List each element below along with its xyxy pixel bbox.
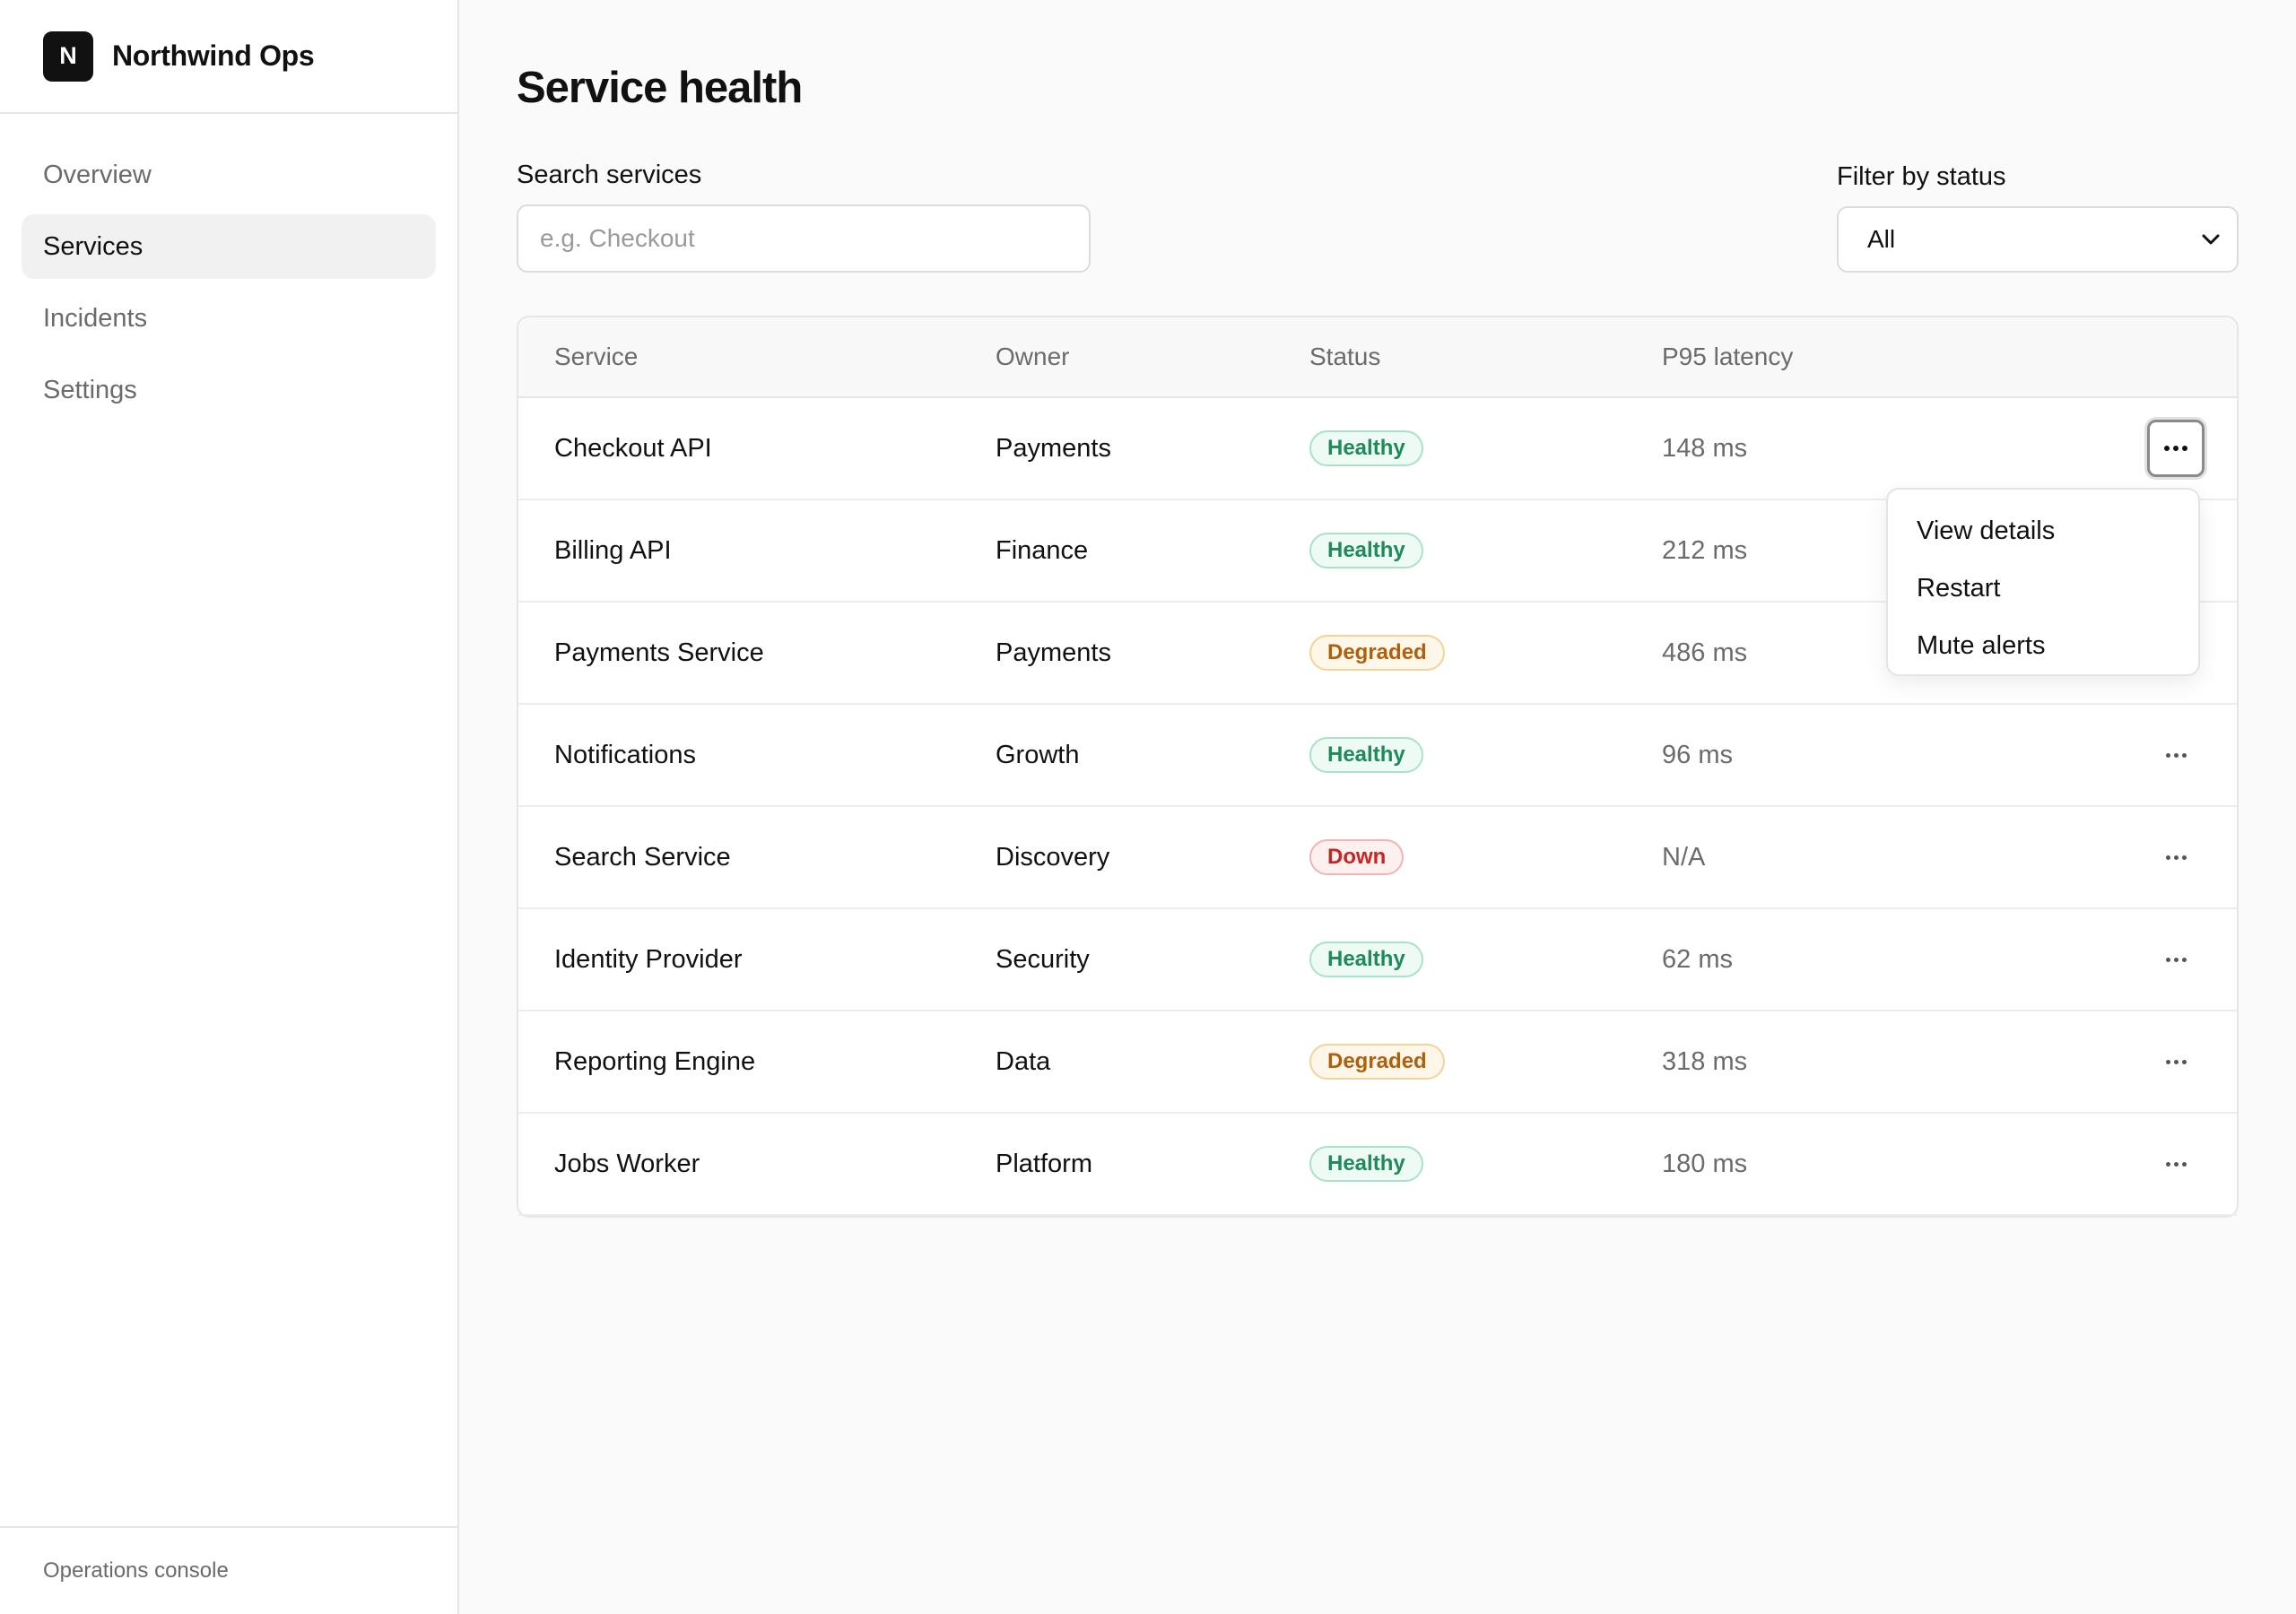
service-latency: 62 ms	[1662, 944, 1733, 974]
header-status: Status	[1309, 343, 1381, 370]
service-name: Identity Provider	[554, 944, 743, 974]
sidebar-item-services[interactable]: Services	[22, 214, 436, 279]
row-actions-menu: View details Restart Mute alerts	[1886, 488, 2200, 676]
status-badge: Healthy	[1309, 941, 1423, 977]
status-badge: Healthy	[1309, 737, 1423, 773]
more-horizontal-icon	[2165, 957, 2187, 962]
filter-label: Filter by status	[1837, 162, 2006, 191]
service-latency: 180 ms	[1662, 1149, 1748, 1178]
service-latency: 148 ms	[1662, 433, 1748, 463]
sidebar-footer: Operations console	[0, 1526, 457, 1614]
header-owner: Owner	[996, 343, 1070, 370]
status-badge: Degraded	[1309, 635, 1445, 671]
row-actions-button[interactable]	[2147, 420, 2205, 477]
table-row: Jobs Worker Platform Healthy 180 ms	[518, 1114, 2237, 1216]
service-owner: Data	[996, 1046, 1051, 1076]
page-title: Service health	[517, 64, 803, 112]
status-badge: Degraded	[1309, 1044, 1445, 1080]
table-header: Service Owner Status P95 latency	[518, 317, 2237, 398]
app-shell: N Northwind Ops Overview Services Incide…	[0, 0, 2296, 1614]
menu-item-view-details[interactable]: View details	[1888, 502, 2198, 560]
service-name: Search Service	[554, 842, 731, 872]
sidebar-item-incidents[interactable]: Incidents	[22, 286, 436, 351]
service-name: Payments Service	[554, 638, 764, 667]
more-horizontal-icon	[2165, 1161, 2187, 1167]
service-latency: 318 ms	[1662, 1046, 1748, 1076]
service-owner: Security	[996, 944, 1090, 974]
service-owner: Platform	[996, 1149, 1092, 1178]
table-row: Search Service Discovery Down N/A	[518, 807, 2237, 909]
more-horizontal-icon	[2164, 446, 2187, 451]
search-label: Search services	[517, 161, 702, 189]
service-name: Jobs Worker	[554, 1149, 700, 1178]
row-actions-button[interactable]	[2147, 1135, 2205, 1193]
header-latency: P95 latency	[1662, 343, 1794, 370]
row-actions-button[interactable]	[2147, 1033, 2205, 1090]
service-owner: Discovery	[996, 842, 1110, 872]
controls-bar: Search services Filter by status All	[517, 161, 2239, 273]
service-latency: 96 ms	[1662, 740, 1733, 769]
status-badge: Healthy	[1309, 1146, 1423, 1182]
service-name: Billing API	[554, 535, 672, 565]
sidebar-item-settings[interactable]: Settings	[22, 358, 436, 422]
more-horizontal-icon	[2165, 855, 2187, 860]
service-owner: Payments	[996, 638, 1111, 667]
table-row: Checkout API Payments Healthy 148 ms	[518, 398, 2237, 500]
row-actions-button[interactable]	[2147, 931, 2205, 988]
sidebar: N Northwind Ops Overview Services Incide…	[0, 0, 459, 1614]
main-content: Service health Search services Filter by…	[459, 0, 2296, 1614]
sidebar-nav: Overview Services Incidents Settings	[0, 114, 457, 422]
chevron-down-icon	[2199, 228, 2222, 251]
service-latency: N/A	[1662, 842, 1706, 872]
status-badge: Down	[1309, 839, 1405, 875]
menu-item-restart[interactable]: Restart	[1888, 560, 2198, 617]
status-badge: Healthy	[1309, 430, 1423, 466]
table-row: Identity Provider Security Healthy 62 ms	[518, 909, 2237, 1011]
status-filter-value: All	[1867, 225, 1896, 253]
menu-item-mute-alerts[interactable]: Mute alerts	[1888, 617, 2198, 674]
more-horizontal-icon	[2165, 1059, 2187, 1064]
service-owner: Payments	[996, 433, 1111, 463]
status-badge: Healthy	[1309, 533, 1423, 568]
row-actions-button[interactable]	[2147, 726, 2205, 784]
services-table: Service Owner Status P95 latency Checkou…	[517, 316, 2239, 1218]
service-name: Notifications	[554, 740, 696, 769]
brand-name: Northwind Ops	[112, 39, 315, 72]
table-row: Reporting Engine Data Degraded 318 ms	[518, 1011, 2237, 1114]
service-name: Checkout API	[554, 433, 712, 463]
sidebar-item-overview[interactable]: Overview	[22, 143, 436, 207]
service-name: Reporting Engine	[554, 1046, 756, 1076]
status-filter-select[interactable]: All	[1837, 206, 2239, 273]
more-horizontal-icon	[2165, 752, 2187, 758]
search-block: Search services	[517, 161, 1091, 273]
header-service: Service	[554, 343, 639, 370]
service-owner: Growth	[996, 740, 1080, 769]
row-actions-button[interactable]	[2147, 829, 2205, 886]
filter-block: Filter by status All	[1837, 163, 2239, 273]
brand-logo: N	[43, 30, 93, 82]
search-input[interactable]	[517, 204, 1091, 273]
service-owner: Finance	[996, 535, 1089, 565]
brand: N Northwind Ops	[0, 0, 457, 114]
table-row: Notifications Growth Healthy 96 ms	[518, 705, 2237, 807]
